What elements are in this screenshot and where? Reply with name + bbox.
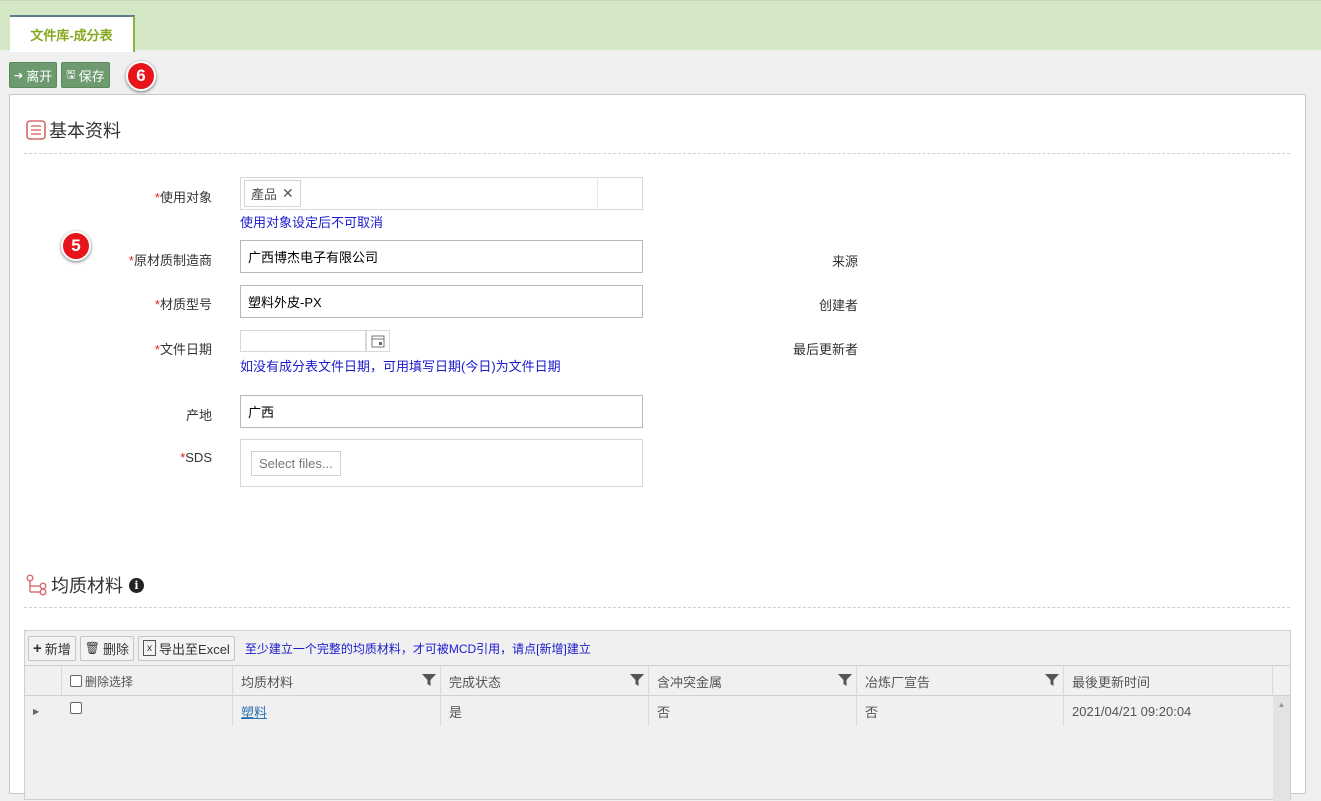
filter-icon[interactable] <box>1045 673 1059 690</box>
source-label: 来源 <box>831 254 858 269</box>
step-badge-6: 6 <box>126 61 156 91</box>
delete-button[interactable]: 🗑 删除 <box>79 635 135 661</box>
origin-input[interactable]: 广西 <box>240 395 643 428</box>
select-all-checkbox[interactable] <box>70 675 82 687</box>
status-cell: 是 <box>441 696 649 726</box>
header-status[interactable]: 完成状态 <box>441 666 649 696</box>
header-smelter[interactable]: 冶炼厂宣告 <box>857 666 1064 696</box>
origin-label: 产地 <box>185 408 212 423</box>
basic-section-title: 基本资料 <box>26 117 121 143</box>
calendar-button[interactable] <box>366 330 390 352</box>
creator-label: 创建者 <box>818 298 858 313</box>
manufacturer-input[interactable]: 广西博杰电子有限公司 <box>240 240 643 273</box>
tree-icon <box>26 574 47 596</box>
header-delete-select[interactable]: 删除选择 <box>62 666 233 696</box>
doc-date-input[interactable] <box>240 330 366 352</box>
form-panel: 基本资料 *使用对象 產品 ✕ 使用对象设定后不可取消 *原材质制造商 广西博杰… <box>9 94 1306 801</box>
excel-icon: x <box>143 640 157 656</box>
scroll-up-icon[interactable]: ▲ <box>1273 700 1290 709</box>
target-label: *使用对象 <box>154 190 212 205</box>
model-input[interactable]: 塑料外皮-PX <box>240 285 643 318</box>
homogeneous-title-text: 均质材料 <box>51 576 123 596</box>
select-files-button[interactable]: Select files... <box>251 451 341 476</box>
row-checkbox[interactable] <box>70 702 82 714</box>
tab-bar: 文件库-成分表 <box>0 0 1321 52</box>
updated-cell: 2021/04/21 09:20:04 <box>1072 703 1192 719</box>
tab-document-composition[interactable]: 文件库-成分表 <box>10 15 135 52</box>
header-material[interactable]: 均质材料 <box>233 666 441 696</box>
homogeneous-section-title: 均质材料 i <box>26 572 144 598</box>
target-tag: 產品 ✕ <box>244 180 301 207</box>
basic-title-text: 基本资料 <box>49 121 121 141</box>
trash-icon: 🗑 <box>84 641 101 655</box>
doc-date-label: *文件日期 <box>154 342 212 357</box>
toolbar: ➔ 离开 🖫 保存 <box>9 62 110 88</box>
doc-date-hint: 如没有成分表文件日期，可用填写日期(今日)为文件日期 <box>240 359 561 374</box>
save-button[interactable]: 🖫 保存 <box>61 62 110 88</box>
step-badge-5: 5 <box>61 231 91 261</box>
divider <box>24 153 1290 154</box>
export-excel-button[interactable]: x 导出至Excel <box>138 635 235 661</box>
last-updater-label: 最后更新者 <box>792 342 858 357</box>
filter-icon[interactable] <box>630 673 644 690</box>
header-updated[interactable]: 最後更新时间 <box>1064 666 1273 696</box>
conflict-metal-cell: 否 <box>649 696 857 726</box>
sds-upload: Select files... <box>240 439 643 487</box>
remove-tag-icon[interactable]: ✕ <box>282 185 294 202</box>
save-label: 保存 <box>78 68 105 84</box>
expand-row-icon[interactable]: ▶ <box>25 696 62 726</box>
grid-hint: 至少建立一个完整的均质材料，才可被MCD引用，请点[新增]建立 <box>244 641 591 656</box>
calendar-icon <box>371 335 385 348</box>
leave-label: 离开 <box>26 68 53 84</box>
plus-icon: + <box>33 639 42 657</box>
model-label: *材质型号 <box>154 297 212 312</box>
smelter-cell: 否 <box>857 696 1064 726</box>
target-multiselect[interactable]: 產品 ✕ <box>240 177 643 210</box>
leave-button[interactable]: ➔ 离开 <box>9 62 58 88</box>
add-button[interactable]: + 新增 <box>28 635 76 661</box>
list-icon <box>26 120 46 140</box>
exit-icon: ➔ <box>14 69 24 82</box>
grid-scrollbar[interactable]: ▲ <box>1273 696 1290 801</box>
manufacturer-label: *原材质制造商 <box>128 253 212 268</box>
info-icon[interactable]: i <box>129 577 144 593</box>
target-hint: 使用对象设定后不可取消 <box>240 215 384 230</box>
table-row[interactable]: ▶ 塑料 是 否 否 2021/04/21 09:20:04 <box>25 696 1273 726</box>
save-icon: 🖫 <box>66 68 76 81</box>
filter-icon[interactable] <box>422 673 436 690</box>
grid-toolbar: + 新增 🗑 删除 x 导出至Excel 至少建立一个完整的均质材料，才可被MC… <box>25 631 1290 666</box>
divider <box>24 607 1290 608</box>
header-conflict-metal[interactable]: 含冲突金属 <box>649 666 857 696</box>
material-link[interactable]: 塑料 <box>241 702 267 721</box>
filter-icon[interactable] <box>838 673 852 690</box>
grid-header: 删除选择 均质材料 完成状态 含冲突金属 冶炼厂宣告 最後更新时间 <box>25 666 1290 696</box>
sds-label: *SDS <box>180 450 212 465</box>
